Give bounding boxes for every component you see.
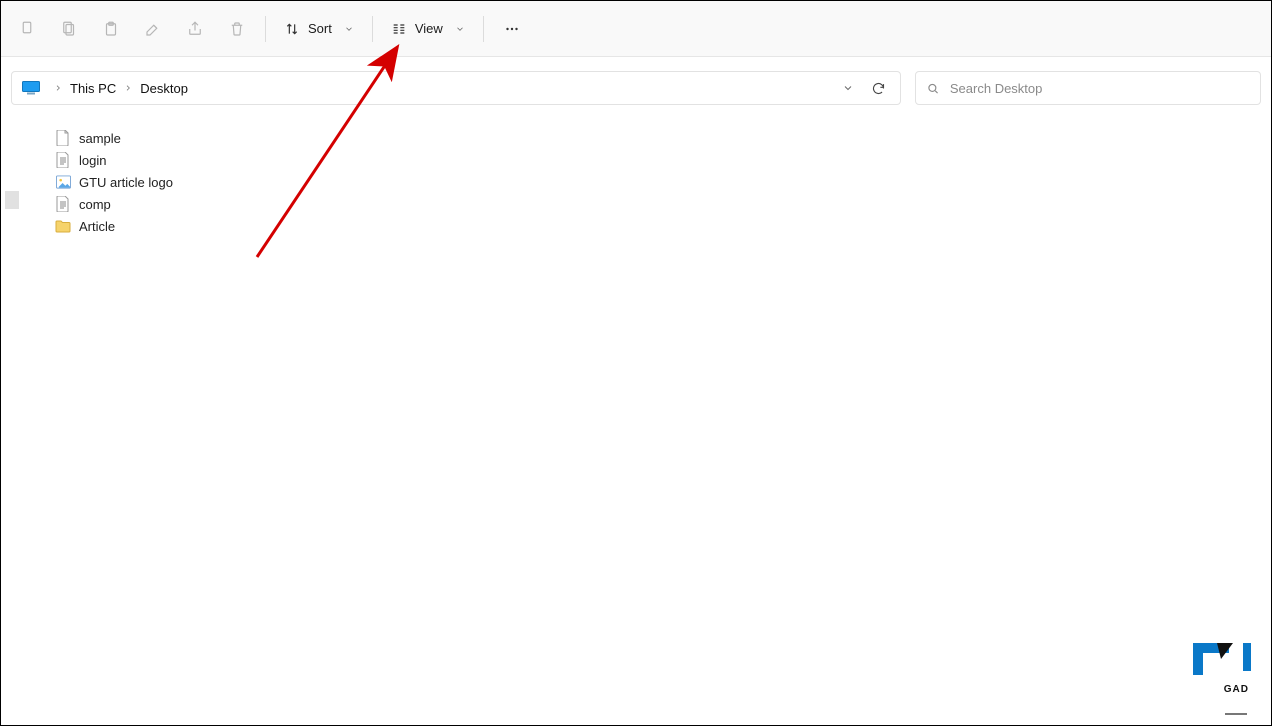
file-item[interactable]: GTU article logo: [51, 171, 211, 193]
nav-pane-handle[interactable]: [5, 191, 19, 209]
address-bar[interactable]: This PC Desktop: [11, 71, 901, 105]
file-blank-icon: [55, 130, 71, 146]
file-name: GTU article logo: [79, 175, 173, 190]
sort-icon: [284, 21, 300, 37]
chevron-down-icon: [455, 24, 465, 34]
paste-button[interactable]: [91, 11, 131, 47]
nav-pane-collapsed[interactable]: [1, 113, 23, 725]
rename-button[interactable]: [133, 11, 173, 47]
file-item[interactable]: login: [51, 149, 211, 171]
this-pc-icon: [22, 81, 40, 95]
image-file-icon: [55, 174, 71, 190]
sort-label: Sort: [308, 21, 332, 36]
search-input[interactable]: [950, 81, 1250, 96]
more-button[interactable]: [492, 11, 532, 47]
refresh-button[interactable]: [862, 81, 894, 96]
content-area: sample login GTU article logo comp: [1, 113, 1271, 725]
view-button[interactable]: View: [381, 11, 475, 47]
folder-icon: [55, 218, 71, 234]
refresh-icon: [871, 81, 886, 96]
copy-icon: [60, 20, 78, 38]
chevron-down-icon: [842, 82, 854, 94]
text-file-icon: [55, 152, 71, 168]
cut-icon: [18, 20, 36, 38]
explorer-window: Sort View This PC Desktop: [0, 0, 1272, 726]
file-name: Article: [79, 219, 115, 234]
nav-row: This PC Desktop: [1, 57, 1271, 113]
chevron-down-icon: [344, 24, 354, 34]
chevron-right-icon: [124, 81, 132, 96]
toolbar-separator: [372, 16, 373, 42]
file-item[interactable]: comp: [51, 193, 211, 215]
search-icon: [926, 81, 940, 96]
view-label: View: [415, 21, 443, 36]
breadcrumb-this-pc[interactable]: This PC: [70, 81, 116, 96]
toolbar: Sort View: [1, 1, 1271, 57]
chevron-right-icon: [54, 81, 62, 96]
toolbar-separator: [265, 16, 266, 42]
breadcrumb-desktop[interactable]: Desktop: [140, 81, 188, 96]
file-item[interactable]: sample: [51, 127, 211, 149]
file-name: comp: [79, 197, 111, 212]
share-icon: [186, 20, 204, 38]
share-button[interactable]: [175, 11, 215, 47]
watermark-logo: GAD: [1187, 637, 1259, 695]
file-name: login: [79, 153, 106, 168]
paste-icon: [102, 20, 120, 38]
delete-button[interactable]: [217, 11, 257, 47]
file-name: sample: [79, 131, 121, 146]
trash-icon: [228, 20, 246, 38]
sort-button[interactable]: Sort: [274, 11, 364, 47]
file-list[interactable]: sample login GTU article logo comp: [23, 113, 1271, 725]
view-icon: [391, 21, 407, 37]
address-history-button[interactable]: [834, 82, 862, 94]
ellipsis-icon: [503, 20, 521, 38]
resize-handle[interactable]: [1225, 713, 1247, 715]
file-item[interactable]: Article: [51, 215, 211, 237]
cut-button[interactable]: [7, 11, 47, 47]
text-file-icon: [55, 196, 71, 212]
search-box[interactable]: [915, 71, 1261, 105]
rename-icon: [144, 20, 162, 38]
copy-button[interactable]: [49, 11, 89, 47]
watermark-text: GAD: [1224, 684, 1249, 695]
toolbar-separator: [483, 16, 484, 42]
